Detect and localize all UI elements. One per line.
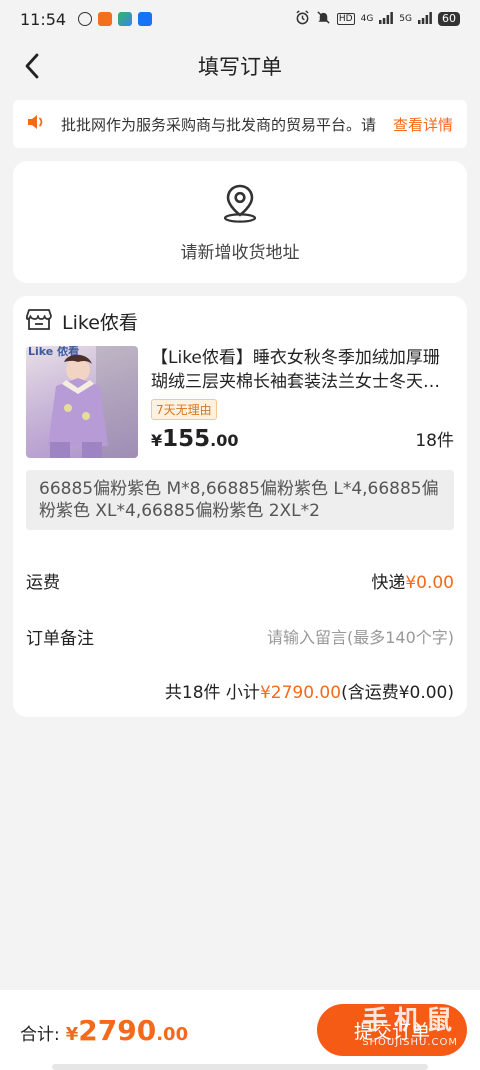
shop-name: Like侬看	[62, 311, 138, 334]
submit-order-button[interactable]: 提交订单	[317, 1004, 467, 1056]
total-label: 合计:	[20, 1024, 60, 1045]
price-decimal: .00	[210, 431, 239, 450]
shipping-label: 运费	[26, 572, 60, 593]
subtotal-amount: ¥2790.00	[259, 683, 342, 703]
checkout-bar: 合计: ¥2790.00 提交订单	[0, 990, 480, 1070]
signal-bars-2-icon	[418, 11, 432, 27]
add-address-label: 请新增收货地址	[180, 242, 300, 263]
price-row: ¥155.00 18件	[151, 426, 454, 452]
subtotal-prefix: 共18件 小计	[164, 683, 260, 703]
return-policy-tag: 7天无理由	[151, 399, 217, 420]
store-icon	[26, 307, 52, 335]
chevron-left-icon	[25, 53, 39, 79]
status-bar: 11:54 HD 4G 5G 60	[0, 0, 480, 38]
notice-text: 批批网作为服务采购商与批发商的贸易平台。请	[61, 115, 377, 134]
note-row: 订单备注 请输入留言(最多140个字)	[26, 622, 454, 650]
location-pin-icon	[219, 182, 261, 228]
price-integer: 155	[162, 426, 211, 452]
total-block: 合计: ¥2790.00	[20, 1014, 188, 1047]
total-integer: 2790	[78, 1013, 157, 1047]
product-photo-illustration	[48, 346, 138, 458]
app-orange-icon	[98, 12, 113, 26]
status-left: 11:54	[20, 9, 153, 29]
order-card: Like侬看 Like 侬看 【Like侬看】睡衣女秋冬季加绒加厚珊瑚绒三层夹棉…	[13, 296, 467, 717]
status-time: 11:54	[20, 9, 67, 29]
price-currency: ¥	[151, 431, 163, 450]
status-right: HD 4G 5G 60	[295, 10, 460, 28]
alarm-icon	[295, 10, 310, 28]
spec-summary[interactable]: 66885偏粉紫色 M*8,66885偏粉紫色 L*4,66885偏粉紫色 XL…	[26, 470, 454, 530]
signal-4g-label: 4G	[360, 14, 374, 24]
total-decimal: .00	[156, 1023, 189, 1045]
page-title: 填写订单	[198, 55, 282, 79]
shop-header[interactable]: Like侬看	[26, 308, 454, 334]
product-quantity: 18件	[415, 431, 454, 451]
product-title: 【Like侬看】睡衣女秋冬季加绒加厚珊瑚绒三层夹棉长袖套装法兰女士冬天…	[151, 348, 440, 392]
product-info: 【Like侬看】睡衣女秋冬季加绒加厚珊瑚绒三层夹棉长袖套装法兰女士冬天… 7天无…	[151, 346, 454, 458]
mute-icon	[316, 10, 331, 28]
shipping-method: 快递	[371, 572, 406, 593]
total-currency: ¥	[65, 1023, 79, 1045]
notice-bar[interactable]: 批批网作为服务采购商与批发商的贸易平台。请 查看详情	[13, 100, 467, 148]
app-play-icon	[118, 12, 133, 26]
signal-5g-label: 5G	[399, 14, 412, 24]
hd-badge: HD	[336, 13, 355, 25]
shipping-value: 快递¥0.00	[371, 568, 454, 593]
product-price: ¥155.00	[151, 426, 239, 452]
notice-details-link[interactable]: 查看详情	[393, 114, 453, 135]
back-button[interactable]	[14, 48, 50, 84]
shipping-row: 运费 快递¥0.00	[26, 566, 454, 594]
add-address-card[interactable]: 请新增收货地址	[13, 161, 467, 283]
note-label: 订单备注	[26, 628, 94, 649]
home-indicator	[52, 1064, 428, 1070]
nav-bar: 填写订单	[0, 38, 480, 94]
shipping-amount: ¥0.00	[405, 572, 454, 593]
app-k-icon	[78, 12, 93, 26]
app-zhihu-icon	[138, 12, 153, 26]
subtotal-suffix: (含运费¥0.00)	[341, 683, 454, 703]
product-image: Like 侬看	[26, 346, 138, 458]
product-item[interactable]: Like 侬看 【Like侬看】睡衣女秋冬季加绒加厚珊瑚绒三层夹棉长袖套装法兰女…	[26, 346, 454, 458]
speaker-icon	[27, 114, 45, 134]
signal-bars-icon	[379, 11, 394, 27]
battery-indicator: 60	[438, 12, 460, 26]
subtotal-row: 共18件 小计¥2790.00(含运费¥0.00)	[26, 678, 454, 703]
note-input[interactable]: 请输入留言(最多140个字)	[267, 624, 454, 648]
